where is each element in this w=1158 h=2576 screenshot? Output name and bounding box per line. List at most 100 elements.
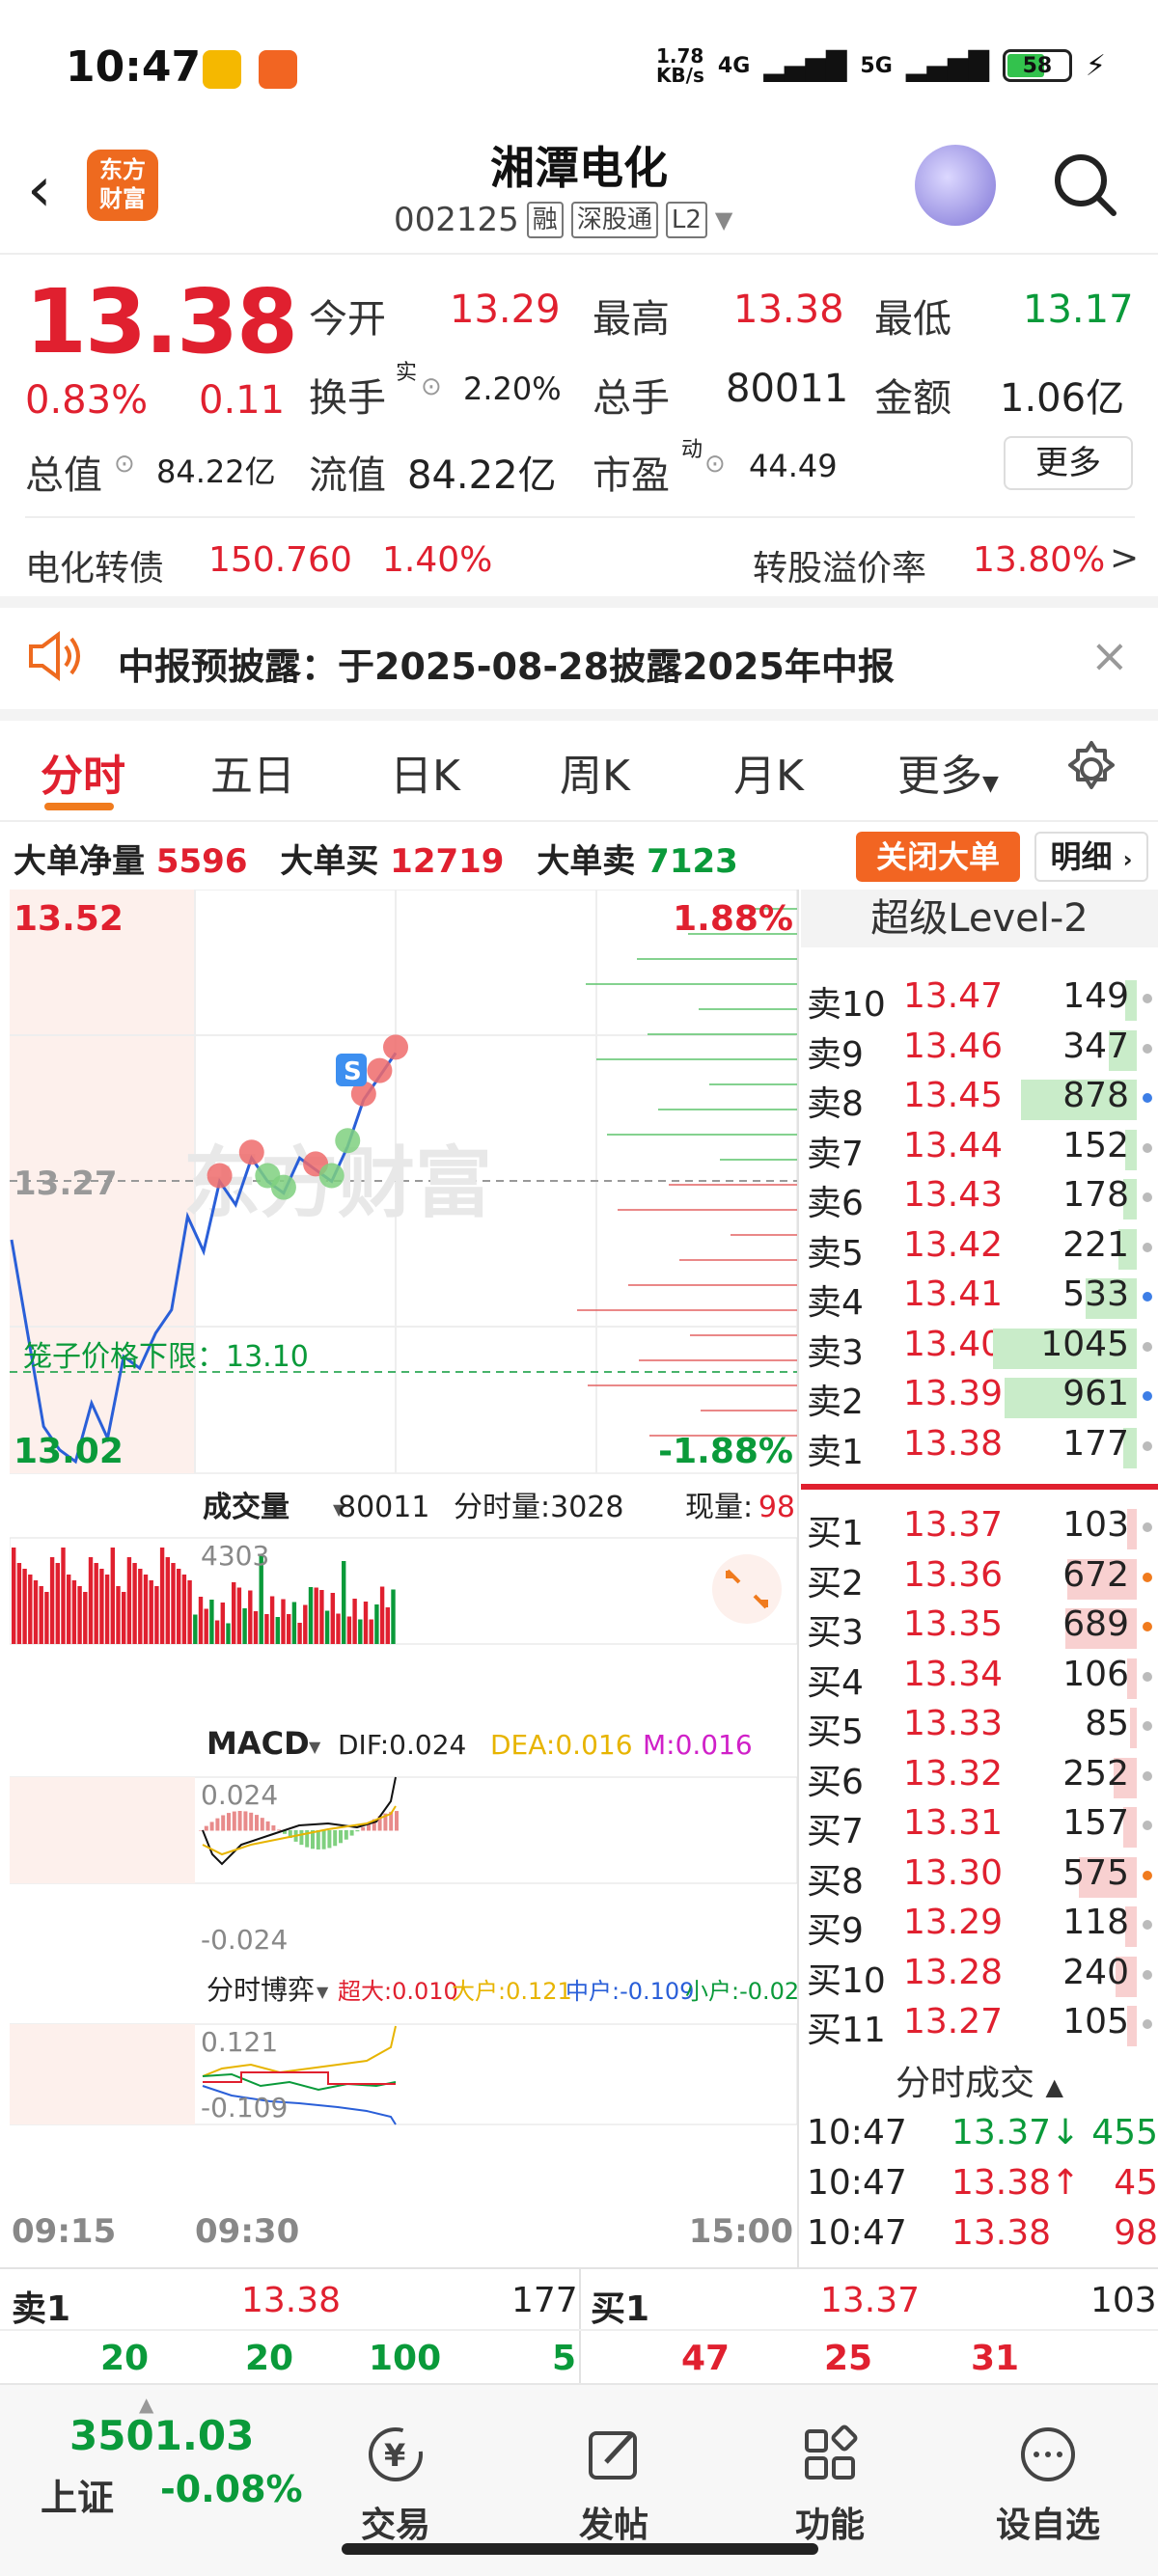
intraday-chart[interactable]: 东方财富 S 13.52 13.27 13.02 1.88% -1.88% 笼子… (10, 890, 797, 2250)
ask-row[interactable]: 卖7 13.44 152 (801, 1126, 1158, 1176)
game-selector[interactable]: 分时博弈 (207, 1974, 315, 2006)
chevron-down-icon: ▼ (982, 772, 999, 796)
macd-bar (221, 1815, 226, 1831)
ask-price: 13.38 (903, 1423, 1004, 1464)
bid-volume: 85 (1085, 1704, 1129, 1743)
bid-price: 13.30 (903, 1852, 1004, 1893)
ask-dot-icon (1143, 1192, 1152, 1202)
ask-row[interactable]: 卖1 13.38 177 (801, 1424, 1158, 1474)
app-notification-icon (203, 50, 241, 89)
volume-bar (358, 1619, 363, 1644)
nav-add-watchlist-label: 设自选 (995, 2506, 1100, 2545)
bid-row[interactable]: 买2 13.36 672 (801, 1555, 1158, 1605)
bid-level-label: 买6 (807, 1762, 864, 1802)
assistant-avatar[interactable] (915, 145, 996, 226)
bid-row[interactable]: 买7 13.31 157 (801, 1803, 1158, 1853)
volume-bar (67, 1575, 71, 1644)
index-value[interactable]: 3501.03 (69, 2412, 254, 2459)
bid-level-label: 买3 (807, 1613, 864, 1653)
volume-bar (149, 1580, 153, 1644)
pct-bottom-label: -1.88% (658, 1432, 793, 1471)
volume-bar (369, 1619, 373, 1644)
tab-monthly-k[interactable]: 月K (733, 741, 804, 803)
tick-volume: 98 (1114, 2213, 1158, 2253)
ask1-breakdown-2: 100 (369, 2339, 442, 2378)
close-icon[interactable]: × (1090, 629, 1129, 683)
bid-row[interactable]: 买6 13.32 252 (801, 1754, 1158, 1804)
home-indicator[interactable] (342, 2543, 818, 2555)
level2-title[interactable]: 超级Level-2 (801, 890, 1158, 947)
macd-bar (243, 1811, 248, 1831)
bid-row[interactable]: 买5 13.33 85 (801, 1704, 1158, 1754)
ask-row[interactable]: 卖8 13.45 878 (801, 1076, 1158, 1126)
chevron-right-icon[interactable]: > (1110, 538, 1139, 578)
ask1-breakdown-0: 20 (100, 2339, 150, 2378)
macd-selector[interactable]: MACD (207, 1725, 310, 1762)
ask-row[interactable]: 卖6 13.43 178 (801, 1175, 1158, 1225)
bid-row[interactable]: 买10 13.28 240 (801, 1953, 1158, 2003)
volume-value: 80011 (726, 367, 849, 411)
volume-label: 总手 (593, 376, 670, 421)
status-icons: 1.78 KB/s 4G ▂▄▆█ 5G ▂▄▆█ 58 ⚡ (656, 46, 1106, 85)
bid-row[interactable]: 买1 13.37 103 (801, 1505, 1158, 1555)
chevron-down-icon[interactable]: ▼ (715, 206, 732, 233)
info-icon[interactable]: ⊙ (114, 450, 135, 479)
nav-post[interactable]: 发帖 (546, 2424, 681, 2547)
game-small: 小户:-0.022 (685, 1978, 797, 2005)
ask-row[interactable]: 卖4 13.41 533 (801, 1274, 1158, 1325)
search-icon[interactable] (1050, 150, 1119, 219)
info-icon[interactable]: ⊙ (704, 450, 726, 479)
game-big: 大户:0.121 (452, 1978, 572, 2005)
expand-icon-bg[interactable] (712, 1554, 782, 1624)
ask-level-label: 卖4 (807, 1283, 864, 1323)
signal-dot (318, 1163, 345, 1189)
nav-add-watchlist[interactable]: 设自选 (980, 2424, 1116, 2547)
ask-price: 13.44 (903, 1125, 1004, 1165)
more-button[interactable]: 更多 (1004, 436, 1133, 490)
volume-bar (61, 1548, 66, 1644)
bid-volume: 672 (1062, 1554, 1129, 1595)
trade-quote-row: 卖1 13.38 177 买1 13.37 103 20 20 100 5 47… (0, 2267, 1158, 2383)
ask-row[interactable]: 卖5 13.42 221 (801, 1225, 1158, 1275)
bid-row[interactable]: 买4 13.34 106 (801, 1655, 1158, 1705)
bid1-breakdown-0: 47 (681, 2339, 731, 2378)
convertible-name[interactable]: 电化转债 (25, 540, 164, 590)
ask-level-label: 卖10 (807, 985, 886, 1025)
bid1-volume: 103 (1090, 2281, 1157, 2320)
volume-bar (236, 1587, 242, 1644)
bid-row[interactable]: 买8 13.30 575 (801, 1853, 1158, 1904)
ticks-title[interactable]: 分时成交 ▲ (801, 2055, 1158, 2105)
bid-row[interactable]: 买9 13.29 118 (801, 1903, 1158, 1953)
tab-intraday[interactable]: 分时 (41, 741, 125, 803)
ask-row[interactable]: 卖2 13.39 961 (801, 1374, 1158, 1424)
volume-bar (214, 1620, 220, 1644)
tab-five-day[interactable]: 五日 (210, 741, 295, 803)
tab-more[interactable]: 更多▼ (897, 741, 999, 803)
ask-volume: 533 (1062, 1274, 1129, 1314)
ask-row[interactable]: 卖9 13.46 347 (801, 1027, 1158, 1077)
info-icon[interactable]: ⊙ (421, 372, 442, 401)
nav-trade[interactable]: ¥ 交易 (328, 2424, 463, 2547)
index-name[interactable]: 上证 (41, 2468, 114, 2521)
macd-bar (204, 1825, 208, 1831)
bid-row[interactable]: 买3 13.35 689 (801, 1604, 1158, 1655)
ask-row[interactable]: 卖10 13.47 149 (801, 976, 1158, 1027)
volume-selector[interactable]: 成交量 (203, 1491, 290, 1524)
close-big-order-button[interactable]: 关闭大单 (856, 832, 1020, 882)
bid-level-label: 买9 (807, 1911, 864, 1951)
big-order-net-label: 大单净量 (14, 842, 145, 881)
tab-weekly-k[interactable]: 周K (560, 741, 630, 803)
notice-text[interactable]: 中报预披露：于2025-08-28披露2025年中报 (118, 637, 895, 690)
signal-icon: ▂▄▆█ (905, 49, 989, 82)
tab-daily-k[interactable]: 日K (390, 741, 460, 803)
ask1-label: 卖1 (12, 2289, 71, 2329)
pre-market-zone (10, 2024, 195, 2124)
volume-bar (187, 1580, 192, 1644)
ask-row[interactable]: 卖3 13.40 1045 (801, 1325, 1158, 1375)
detail-button[interactable]: 明细 › (1034, 832, 1148, 882)
settings-gear-icon[interactable] (1062, 739, 1121, 799)
bid-row[interactable]: 买11 13.27 105 (801, 2002, 1158, 2052)
tick-price: 13.37↓ (951, 2113, 1081, 2152)
volume-bar (275, 1617, 280, 1644)
nav-functions[interactable]: 功能 (762, 2424, 897, 2547)
